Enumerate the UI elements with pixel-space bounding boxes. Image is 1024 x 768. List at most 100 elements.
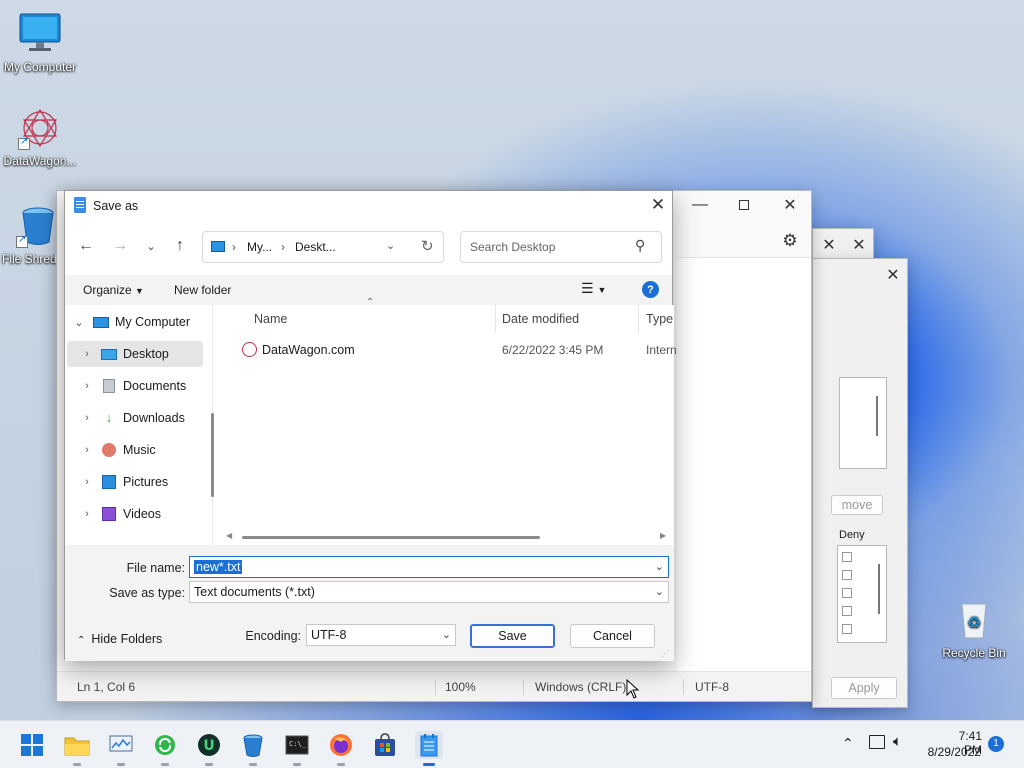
remove-button[interactable]: move (831, 495, 883, 515)
back-arrow-icon[interactable]: ← (73, 233, 99, 259)
search-input[interactable]: Search Desktop (470, 240, 555, 254)
clock-date[interactable]: 8/29/2022 (923, 745, 981, 759)
downloads-icon: ↓ (105, 411, 113, 425)
breadcrumb-my-computer[interactable]: My... (247, 240, 272, 254)
close-icon[interactable]: ✕ (845, 231, 873, 259)
chevron-right-icon[interactable]: › (79, 476, 95, 488)
computer-icon (211, 241, 225, 252)
bucket-icon[interactable] (239, 731, 267, 766)
table-row[interactable]: DataWagon.com 6/22/2022 3:45 PM Intern (238, 339, 677, 361)
chevron-up-icon[interactable]: ⌃ (842, 735, 854, 752)
taskbar: U C:\_ ⌃ 🔈︎ 7:41 PM 8/29/2022 1 (0, 720, 1024, 768)
chevron-right-icon[interactable]: › (79, 508, 95, 520)
notepad-icon (74, 197, 86, 213)
maximize-icon[interactable] (730, 191, 758, 219)
desktop-icon-my-computer[interactable]: My Computer (0, 12, 80, 74)
pictures-icon (101, 474, 117, 490)
address-bar[interactable]: › My... › Deskt... ⌄ ↻ (202, 231, 444, 263)
dialog-title: Save as (93, 199, 139, 213)
tree-item-videos[interactable]: › Videos (67, 501, 203, 527)
notification-badge[interactable]: 1 (988, 736, 1004, 752)
encoding-status: UTF-8 (695, 680, 729, 694)
column-header-name[interactable]: Name (254, 305, 287, 333)
tree-item-pictures[interactable]: › Pictures (67, 469, 203, 495)
shortcut-arrow-icon (18, 136, 30, 150)
chevron-right-icon[interactable]: › (79, 412, 95, 424)
organize-button[interactable]: Organize ▼ (83, 283, 144, 297)
recycle-bin-icon: ♻ (952, 598, 996, 642)
zoom-level: 100% (445, 680, 476, 694)
navigation-bar: ← → ⌄ ↑ › My... › Deskt... ⌄ ↻ Search De… (65, 229, 672, 265)
encoding-select[interactable]: UTF-8 ⌄ (306, 624, 456, 646)
music-icon (101, 442, 117, 458)
gear-icon[interactable]: ⚙ (776, 227, 804, 255)
save-as-type-label: Save as type: (109, 586, 185, 600)
resize-grip-icon[interactable]: ⋰ (661, 649, 669, 658)
minimize-icon[interactable]: — (686, 191, 714, 219)
refresh-icon[interactable]: ↻ (421, 237, 434, 255)
upwork-icon[interactable]: U (195, 731, 223, 766)
new-folder-button[interactable]: New folder (174, 283, 231, 297)
editor-area[interactable] (677, 257, 811, 671)
chevron-right-icon[interactable]: › (79, 444, 95, 456)
firefox-icon[interactable] (327, 731, 355, 766)
chevron-down-icon[interactable]: ⌄ (655, 585, 664, 598)
close-icon[interactable]: ✕ (644, 191, 672, 219)
forward-arrow-icon[interactable]: → (107, 233, 133, 259)
close-icon[interactable]: ✕ (815, 231, 843, 259)
close-icon[interactable]: ✕ (879, 261, 907, 289)
store-icon[interactable] (371, 731, 399, 759)
column-header-type[interactable]: Type (646, 305, 673, 333)
svg-text:U: U (203, 738, 214, 754)
permissions-list[interactable] (837, 545, 887, 643)
line-ending: Windows (CRLF) (535, 680, 627, 694)
chevron-right-icon[interactable]: › (79, 380, 95, 392)
tree-item-documents[interactable]: › Documents (67, 373, 203, 399)
breadcrumb-desktop[interactable]: Deskt... (295, 240, 336, 254)
close-icon[interactable]: ✕ (776, 191, 804, 219)
computer-icon (93, 314, 109, 330)
file-explorer-icon[interactable] (63, 731, 91, 766)
tree-item-music[interactable]: › Music (67, 437, 203, 463)
chevron-down-icon[interactable]: ⌄ (442, 628, 451, 641)
cancel-button[interactable]: Cancel (570, 624, 655, 648)
apply-button[interactable]: Apply (831, 677, 897, 699)
save-button[interactable]: Save (470, 624, 555, 648)
tree-item-my-computer[interactable]: ⌄ My Computer (67, 309, 203, 335)
encoding-label: Encoding: (245, 629, 301, 643)
recent-locations-chevron-icon[interactable]: ⌄ (138, 233, 164, 259)
column-header-date-modified[interactable]: Date modified (502, 305, 579, 333)
chevron-right-icon[interactable]: › (79, 348, 95, 360)
tree-item-downloads[interactable]: › ↓ Downloads (67, 405, 203, 431)
desktop-icon-recycle-bin[interactable]: ♻ Recycle Bin (934, 598, 1014, 660)
volume-icon[interactable]: 🔈︎ (893, 733, 902, 750)
scrollbar[interactable] (211, 413, 214, 497)
start-icon[interactable] (18, 731, 46, 759)
hide-folders-button[interactable]: ⌃ Hide Folders (77, 632, 162, 646)
up-arrow-icon[interactable]: ↑ (167, 233, 193, 259)
file-date: 6/22/2022 3:45 PM (502, 343, 604, 357)
tree-item-desktop[interactable]: › Desktop (67, 341, 203, 367)
search-box[interactable]: Search Desktop ⚲ (460, 231, 662, 263)
file-type: Intern (646, 343, 677, 357)
navigation-pane: ⌄ My Computer › Desktop › Documents › ↓ … (65, 305, 214, 545)
horizontal-scrollbar[interactable]: ◀ ▶ (220, 531, 674, 543)
chevron-down-icon[interactable]: ⌄ (655, 560, 664, 573)
green-refresh-icon[interactable] (151, 731, 179, 766)
scrollbar-thumb[interactable] (242, 536, 540, 539)
file-name-input[interactable]: new*.txt ⌄ (189, 556, 669, 578)
chevron-down-icon[interactable]: ⌄ (71, 316, 87, 329)
help-icon[interactable]: ? (642, 281, 659, 298)
terminal-icon[interactable]: C:\_ (283, 731, 311, 766)
videos-icon (101, 506, 117, 522)
address-dropdown-icon[interactable]: ⌄ (386, 239, 395, 252)
documents-icon (101, 378, 117, 394)
save-as-type-select[interactable]: Text documents (*.txt) ⌄ (189, 581, 669, 603)
monitor-chart-icon[interactable] (107, 731, 135, 766)
notepad-icon[interactable] (415, 731, 443, 766)
listbox[interactable] (839, 377, 887, 469)
view-options-icon[interactable]: ☰ ▼ (581, 280, 606, 297)
svg-text:C:\_: C:\_ (289, 740, 307, 748)
network-icon[interactable] (869, 735, 885, 749)
desktop-icon-datawagon[interactable]: DataWagon... (0, 106, 80, 168)
